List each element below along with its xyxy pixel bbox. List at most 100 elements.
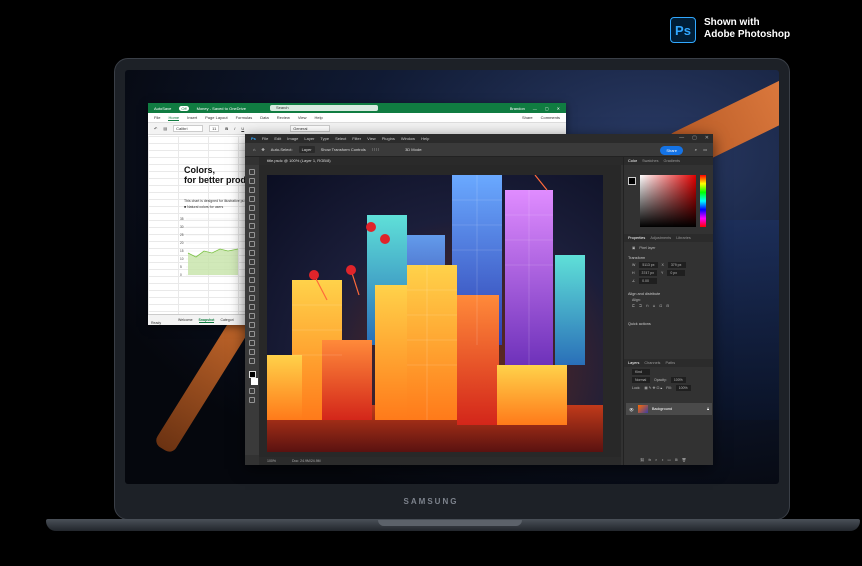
menu-filter[interactable]: Filter: [352, 136, 361, 141]
font-select[interactable]: Calibri: [173, 125, 204, 132]
tab-channels[interactable]: Channels: [644, 361, 660, 365]
screen-mode-icon[interactable]: [249, 397, 255, 403]
pen-tool-icon[interactable]: [249, 304, 255, 310]
align-bottom-icon[interactable]: ⊟: [666, 304, 669, 308]
healing-tool-icon[interactable]: [249, 232, 255, 238]
tab-page-layout[interactable]: Page Layout: [205, 115, 227, 120]
more-tools-icon[interactable]: [249, 358, 255, 364]
tab-color[interactable]: Color: [628, 159, 637, 163]
layer-select[interactable]: Layer: [298, 146, 315, 153]
type-tool-icon[interactable]: [249, 313, 255, 319]
move-tool-icon[interactable]: ✥: [261, 147, 264, 152]
zoom-tool-icon[interactable]: [249, 349, 255, 355]
align-left-icon[interactable]: ⊏: [632, 304, 635, 308]
tab-formulas[interactable]: Formulas: [236, 115, 253, 120]
color-swatch[interactable]: [628, 177, 636, 185]
lock-icons[interactable]: ▦ ✎ ✥ ⊡ 🔒︎: [644, 386, 662, 390]
font-size-select[interactable]: 11: [209, 125, 220, 132]
new-layer-icon[interactable]: ⊞: [675, 458, 678, 462]
tab-review[interactable]: Review: [277, 115, 290, 120]
kind-filter[interactable]: Kind: [632, 369, 650, 375]
hand-tool-icon[interactable]: [249, 340, 255, 346]
minimize-icon[interactable]: —: [679, 135, 684, 141]
layer-item-background[interactable]: 👁︎ Background 🔒︎: [626, 403, 712, 415]
adjustment-icon[interactable]: ◑: [661, 458, 663, 462]
marquee-tool-icon[interactable]: [249, 178, 255, 184]
align-icons[interactable]: ⫶ ⫶ ⫶ ⫶: [372, 147, 379, 152]
minimize-icon[interactable]: —: [533, 106, 537, 111]
quick-mask-icon[interactable]: [249, 388, 255, 394]
align-top-icon[interactable]: ⊔: [653, 304, 656, 308]
eyedropper-tool-icon[interactable]: [249, 223, 255, 229]
workspace-icon[interactable]: ▭: [703, 147, 707, 152]
menu-layer[interactable]: Layer: [304, 136, 314, 141]
tab-adjustments[interactable]: Adjustments: [650, 236, 671, 240]
sheet-tab-categories[interactable]: Categori: [220, 318, 233, 322]
bold-icon[interactable]: B: [225, 126, 228, 131]
group-icon[interactable]: ▭: [667, 458, 670, 462]
maximize-icon[interactable]: ▢: [545, 106, 549, 111]
tab-swatches[interactable]: Swatches: [642, 159, 658, 163]
height-input[interactable]: 3747 px: [638, 270, 657, 276]
canvas-area[interactable]: [259, 165, 621, 457]
visibility-eye-icon[interactable]: 👁︎: [629, 407, 634, 412]
search-input[interactable]: Search: [269, 105, 378, 111]
x-input[interactable]: 379 px: [667, 262, 686, 268]
shape-tool-icon[interactable]: [249, 331, 255, 337]
select-tool-icon[interactable]: [249, 196, 255, 202]
tab-view[interactable]: View: [298, 115, 307, 120]
foreground-color-swatch[interactable]: [248, 371, 256, 378]
menu-type[interactable]: Type: [320, 136, 329, 141]
angle-input[interactable]: 0.00: [639, 278, 658, 284]
path-select-icon[interactable]: [249, 322, 255, 328]
fill-input[interactable]: 100%: [675, 385, 691, 391]
number-format-select[interactable]: General: [290, 125, 331, 132]
blend-mode-select[interactable]: Normal: [632, 377, 650, 383]
menu-image[interactable]: Image: [287, 136, 298, 141]
mask-icon[interactable]: ◐: [655, 458, 657, 462]
width-input[interactable]: 5113 px: [639, 262, 658, 268]
comments-button[interactable]: Comments: [541, 115, 560, 120]
brush-tool-icon[interactable]: [249, 241, 255, 247]
tab-file[interactable]: File: [154, 115, 160, 120]
menu-window[interactable]: Window: [401, 136, 415, 141]
background-color-swatch[interactable]: [251, 378, 258, 385]
sheet-tab-snapshot[interactable]: Snapshot: [198, 318, 215, 323]
color-picker-field[interactable]: [640, 175, 696, 227]
share-button[interactable]: Share: [660, 146, 683, 155]
tab-help[interactable]: Help: [314, 115, 322, 120]
tab-layers[interactable]: Layers: [628, 361, 639, 365]
menu-select[interactable]: Select: [335, 136, 346, 141]
underline-icon[interactable]: U: [241, 126, 244, 131]
tab-libraries[interactable]: Libraries: [676, 236, 691, 240]
frame-tool-icon[interactable]: [249, 214, 255, 220]
tab-paths[interactable]: Paths: [665, 361, 675, 365]
align-middle-icon[interactable]: ⊡: [659, 304, 662, 308]
undo-icon[interactable]: ↶: [154, 126, 157, 131]
menu-view[interactable]: View: [367, 136, 376, 141]
document-tab[interactable]: title.psdc @ 100% (Layer 1, RGB/8): [259, 157, 623, 165]
sheet-tab-welcome[interactable]: Welcome: [178, 318, 193, 322]
tab-properties[interactable]: Properties: [628, 236, 645, 240]
align-right-icon[interactable]: ⊓: [646, 304, 649, 308]
menu-help[interactable]: Help: [421, 136, 429, 141]
image-canvas[interactable]: [267, 175, 603, 452]
auto-select-label[interactable]: Auto-Select:: [271, 147, 293, 152]
delete-icon[interactable]: 🗑︎: [682, 458, 686, 462]
italic-icon[interactable]: I: [234, 126, 235, 131]
search-icon[interactable]: ⌕: [695, 147, 697, 152]
transform-controls-checkbox[interactable]: Show Transform Controls: [321, 147, 366, 152]
ps-app-icon[interactable]: Ps: [251, 136, 256, 141]
close-icon[interactable]: ✕: [557, 106, 560, 111]
photoshop-window[interactable]: Ps File Edit Image Layer Type Select Fil…: [245, 134, 713, 465]
link-icon[interactable]: ⛓︎: [640, 458, 644, 462]
tab-home[interactable]: Home: [168, 115, 180, 121]
menu-plugins[interactable]: Plugins: [382, 136, 395, 141]
menu-file[interactable]: File: [262, 136, 268, 141]
hue-slider[interactable]: [700, 175, 706, 227]
align-center-icon[interactable]: ⊐: [639, 304, 642, 308]
fx-icon[interactable]: fx: [648, 458, 651, 462]
maximize-icon[interactable]: ▢: [692, 135, 697, 141]
stamp-tool-icon[interactable]: [249, 250, 255, 256]
tab-gradients[interactable]: Gradients: [664, 159, 680, 163]
